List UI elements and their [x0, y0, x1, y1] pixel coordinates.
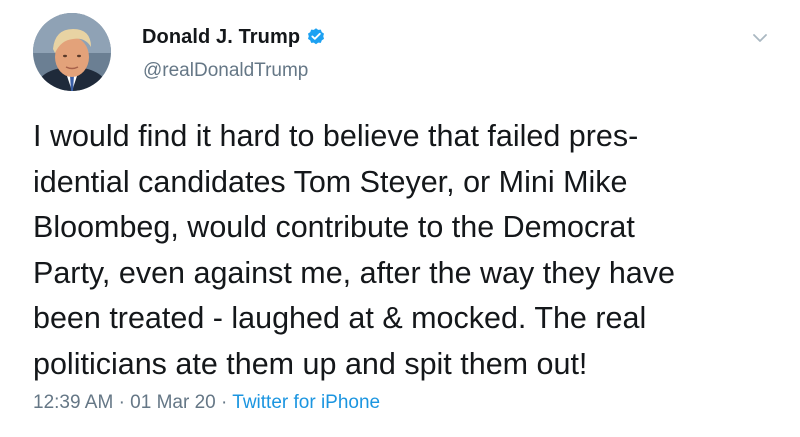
- profile-photo: [33, 13, 111, 91]
- tweet-line: Party, even against me, after the way th…: [33, 255, 675, 290]
- tweet-line: been treated - laughed at & mocked. The …: [33, 301, 647, 335]
- display-name[interactable]: Donald J. Trump: [142, 26, 300, 49]
- tweet-line: I would find it hard to believe that fai…: [33, 119, 639, 153]
- verified-badge-icon: [306, 27, 326, 47]
- tweet-meta: 12:39 AM · 01 Mar 20 · Twitter for iPhon…: [33, 392, 380, 414]
- meta-separator: ·: [118, 392, 125, 413]
- meta-separator: ·: [221, 392, 228, 413]
- tweet-line: idential candidates Tom Steyer, or Mini …: [33, 164, 628, 199]
- tweet-line: politicians ate them up and spit them ou…: [33, 346, 588, 381]
- avatar[interactable]: [33, 13, 111, 91]
- author-name-row[interactable]: Donald J. Trump: [142, 22, 326, 52]
- tweet-source-link[interactable]: Twitter for iPhone: [232, 392, 380, 413]
- tweet-line: Bloombeg, would contribute to the Democr…: [33, 210, 635, 244]
- tweet-time[interactable]: 12:39 AM: [33, 392, 113, 413]
- tweet-text: I would find it hard to believe that fai…: [33, 114, 778, 387]
- tweet-date[interactable]: 01 Mar 20: [130, 392, 216, 413]
- chevron-down-icon[interactable]: [748, 28, 772, 48]
- author-handle[interactable]: @realDonaldTrump: [143, 60, 308, 82]
